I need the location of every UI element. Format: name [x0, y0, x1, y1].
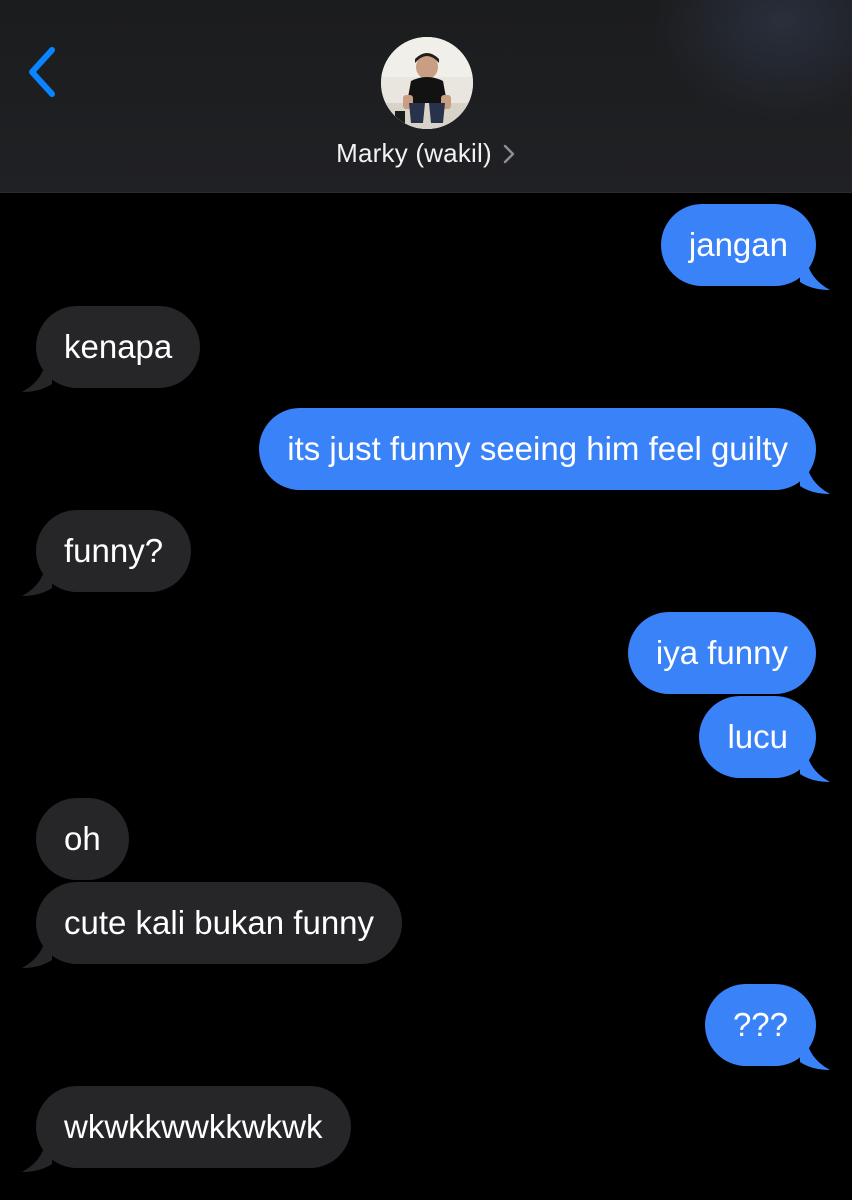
message-text: ???: [732, 1006, 788, 1043]
message-bubble-received[interactable]: funny?: [22, 510, 192, 596]
message-bubble-received[interactable]: wkwkkwwkkwkwk: [22, 1086, 351, 1172]
message-bubble-received[interactable]: kenapa: [22, 306, 201, 392]
header-glow: [652, 0, 852, 120]
message-thread[interactable]: jangan kenapa its just funny seeing him …: [0, 192, 852, 1200]
profile-photo-icon: [381, 37, 473, 129]
message-bubble-sent[interactable]: its just funny seeing him feel guilty: [259, 408, 830, 494]
bubble-tail: [800, 1036, 830, 1070]
conversation-header: Marky (wakil): [0, 0, 852, 193]
message-text: oh: [64, 820, 101, 857]
contact-name: Marky (wakil): [336, 137, 492, 168]
message-bubble-received[interactable]: cute kali bukan funny: [22, 882, 403, 968]
message-bubble-sent[interactable]: iya funny: [627, 612, 816, 694]
bubble-tail: [22, 562, 52, 596]
message-text: iya funny: [655, 634, 788, 671]
bubble-tail: [800, 748, 830, 782]
bubble-tail: [22, 358, 52, 392]
message-text: cute kali bukan funny: [64, 904, 375, 941]
message-bubble-sent[interactable]: lucu: [699, 696, 830, 782]
message-text: kenapa: [64, 328, 173, 365]
message-text: lucu: [727, 718, 788, 755]
message-text: wkwkkwwkkwkwk: [64, 1108, 323, 1145]
message-bubble-received[interactable]: oh: [36, 798, 129, 880]
message-bubble-sent[interactable]: jangan: [660, 204, 830, 290]
chevron-right-icon: [503, 144, 515, 164]
back-button[interactable]: [18, 40, 78, 104]
message-text: its just funny seeing him feel guilty: [287, 430, 788, 467]
chevron-left-icon: [29, 47, 55, 97]
bubble-tail: [22, 1138, 52, 1172]
bubble-tail: [800, 256, 830, 290]
bubble-tail: [22, 934, 52, 968]
contact-name-button[interactable]: Marky (wakil): [0, 136, 852, 170]
contact-avatar[interactable]: [381, 37, 473, 129]
message-bubble-sent[interactable]: ???: [704, 984, 830, 1070]
message-text: funny?: [64, 532, 164, 569]
message-text: jangan: [688, 226, 788, 263]
bubble-tail: [800, 460, 830, 494]
